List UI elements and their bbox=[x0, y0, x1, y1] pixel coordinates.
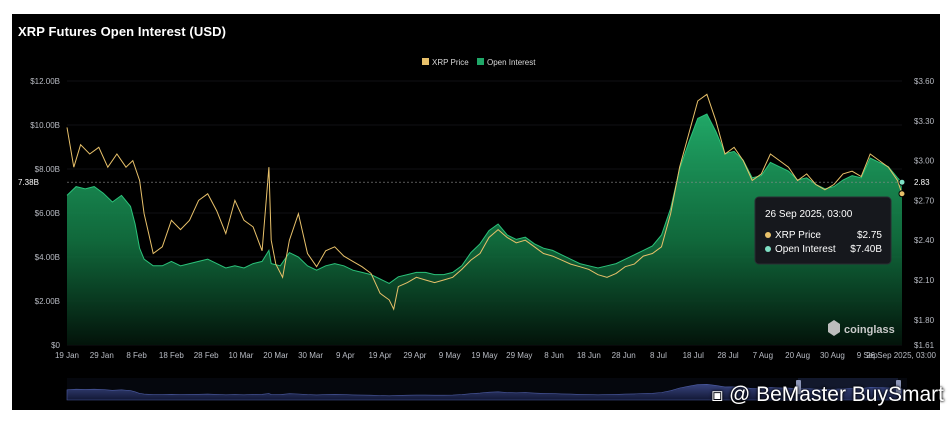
x-tick-label: 28 Feb bbox=[194, 351, 219, 360]
x-axis: 19 Jan 29 Jan 8 Feb 18 Feb 28 Feb 10 Mar 20 Ma… bbox=[55, 351, 937, 360]
x-tick-label: 8 Feb bbox=[126, 351, 147, 360]
tooltip-price-dot bbox=[765, 232, 771, 238]
x-tick-label: 18 Feb bbox=[159, 351, 184, 360]
left-tick-label: $8.00B bbox=[35, 165, 60, 174]
left-tick-label: $12.00B bbox=[30, 77, 60, 86]
left-tick-label: $4.00B bbox=[35, 253, 60, 262]
chart-title: XRP Futures Open Interest (USD) bbox=[18, 24, 227, 39]
tooltip-price-label: XRP Price bbox=[775, 230, 821, 241]
x-tick-label: 26 Sep 2025, 03:00 bbox=[866, 351, 936, 360]
xrp-price-marker bbox=[898, 190, 906, 198]
right-tick-label: $3.30 bbox=[914, 117, 935, 126]
x-tick-label: 18 Jun bbox=[577, 351, 601, 360]
right-tick-label: $2.70 bbox=[914, 196, 935, 205]
left-tick-label: $0 bbox=[51, 341, 60, 350]
x-tick-label: 19 May bbox=[471, 351, 497, 360]
left-tick-label: $10.00B bbox=[30, 121, 60, 130]
chart-panel: XRP Price Open Interest $0 $2.00B $4.00B $6… bbox=[12, 14, 940, 410]
x-tick-label: 20 Aug bbox=[785, 351, 810, 360]
x-tick-label: 19 Apr bbox=[369, 351, 392, 360]
right-current-label: 2.83 bbox=[914, 178, 930, 187]
coinglass-logo-text: coinglass bbox=[844, 324, 895, 336]
x-tick-label: 10 Mar bbox=[229, 351, 254, 360]
tooltip-oi-label: Open Interest bbox=[775, 244, 836, 255]
legend-swatch-oi bbox=[477, 58, 484, 65]
x-tick-label: 8 Jun bbox=[544, 351, 564, 360]
left-current-label: 7.38B bbox=[18, 178, 39, 187]
right-tick-label: $2.40 bbox=[914, 236, 935, 245]
right-tick-label: $1.61 bbox=[914, 341, 935, 350]
right-tick-label: $3.60 bbox=[914, 77, 935, 86]
x-tick-label: 7 Aug bbox=[753, 351, 773, 360]
legend-swatch-price bbox=[422, 58, 429, 65]
left-tick-label: $2.00B bbox=[35, 297, 60, 306]
legend: XRP Price Open Interest bbox=[422, 58, 536, 67]
legend-label-oi: Open Interest bbox=[487, 58, 536, 67]
x-tick-label: 28 Jun bbox=[612, 351, 636, 360]
chart-svg: XRP Price Open Interest $0 $2.00B $4.00B $6… bbox=[18, 58, 937, 401]
watermark-text: @ BeMaster BuySmart bbox=[728, 383, 944, 406]
left-axis: $0 $2.00B $4.00B $6.00B $8.00B $10.00B $12.00B bbox=[30, 77, 60, 350]
right-tick-label: $2.10 bbox=[914, 276, 935, 285]
tooltip-price-value: $2.75 bbox=[857, 230, 882, 241]
x-tick-label: 8 Jul bbox=[650, 351, 667, 360]
right-tick-label: $3.00 bbox=[914, 157, 935, 166]
x-tick-label: 29 Jan bbox=[90, 351, 114, 360]
x-tick-label: 20 Mar bbox=[263, 351, 288, 360]
tooltip-date: 26 Sep 2025, 03:00 bbox=[765, 209, 853, 220]
tooltip-oi-dot bbox=[765, 246, 771, 252]
watermark: ◈@ BeMaster BuySmart bbox=[706, 383, 944, 407]
x-tick-label: 9 Apr bbox=[336, 351, 355, 360]
x-tick-label: 28 Jul bbox=[717, 351, 739, 360]
right-axis: $1.61 $1.80 $2.10 $2.40 $2.70 $3.00 $3.30 $3.60 bbox=[914, 77, 935, 350]
x-tick-label: 9 May bbox=[439, 351, 461, 360]
x-tick-label: 19 Jan bbox=[55, 351, 79, 360]
x-tick-label: 18 Jul bbox=[683, 351, 705, 360]
x-tick-label: 30 Mar bbox=[298, 351, 323, 360]
left-tick-label: $6.00B bbox=[35, 209, 60, 218]
x-tick-label: 29 Apr bbox=[403, 351, 426, 360]
right-tick-label: $1.80 bbox=[914, 316, 935, 325]
legend-label-price: XRP Price bbox=[432, 58, 469, 67]
x-tick-label: 30 Aug bbox=[820, 351, 845, 360]
open-interest-marker bbox=[898, 178, 906, 186]
tooltip: 26 Sep 2025, 03:00 XRP Price $2.75 Open … bbox=[754, 196, 892, 265]
x-tick-label: 29 May bbox=[506, 351, 532, 360]
tooltip-oi-value: $7.40B bbox=[850, 244, 882, 255]
